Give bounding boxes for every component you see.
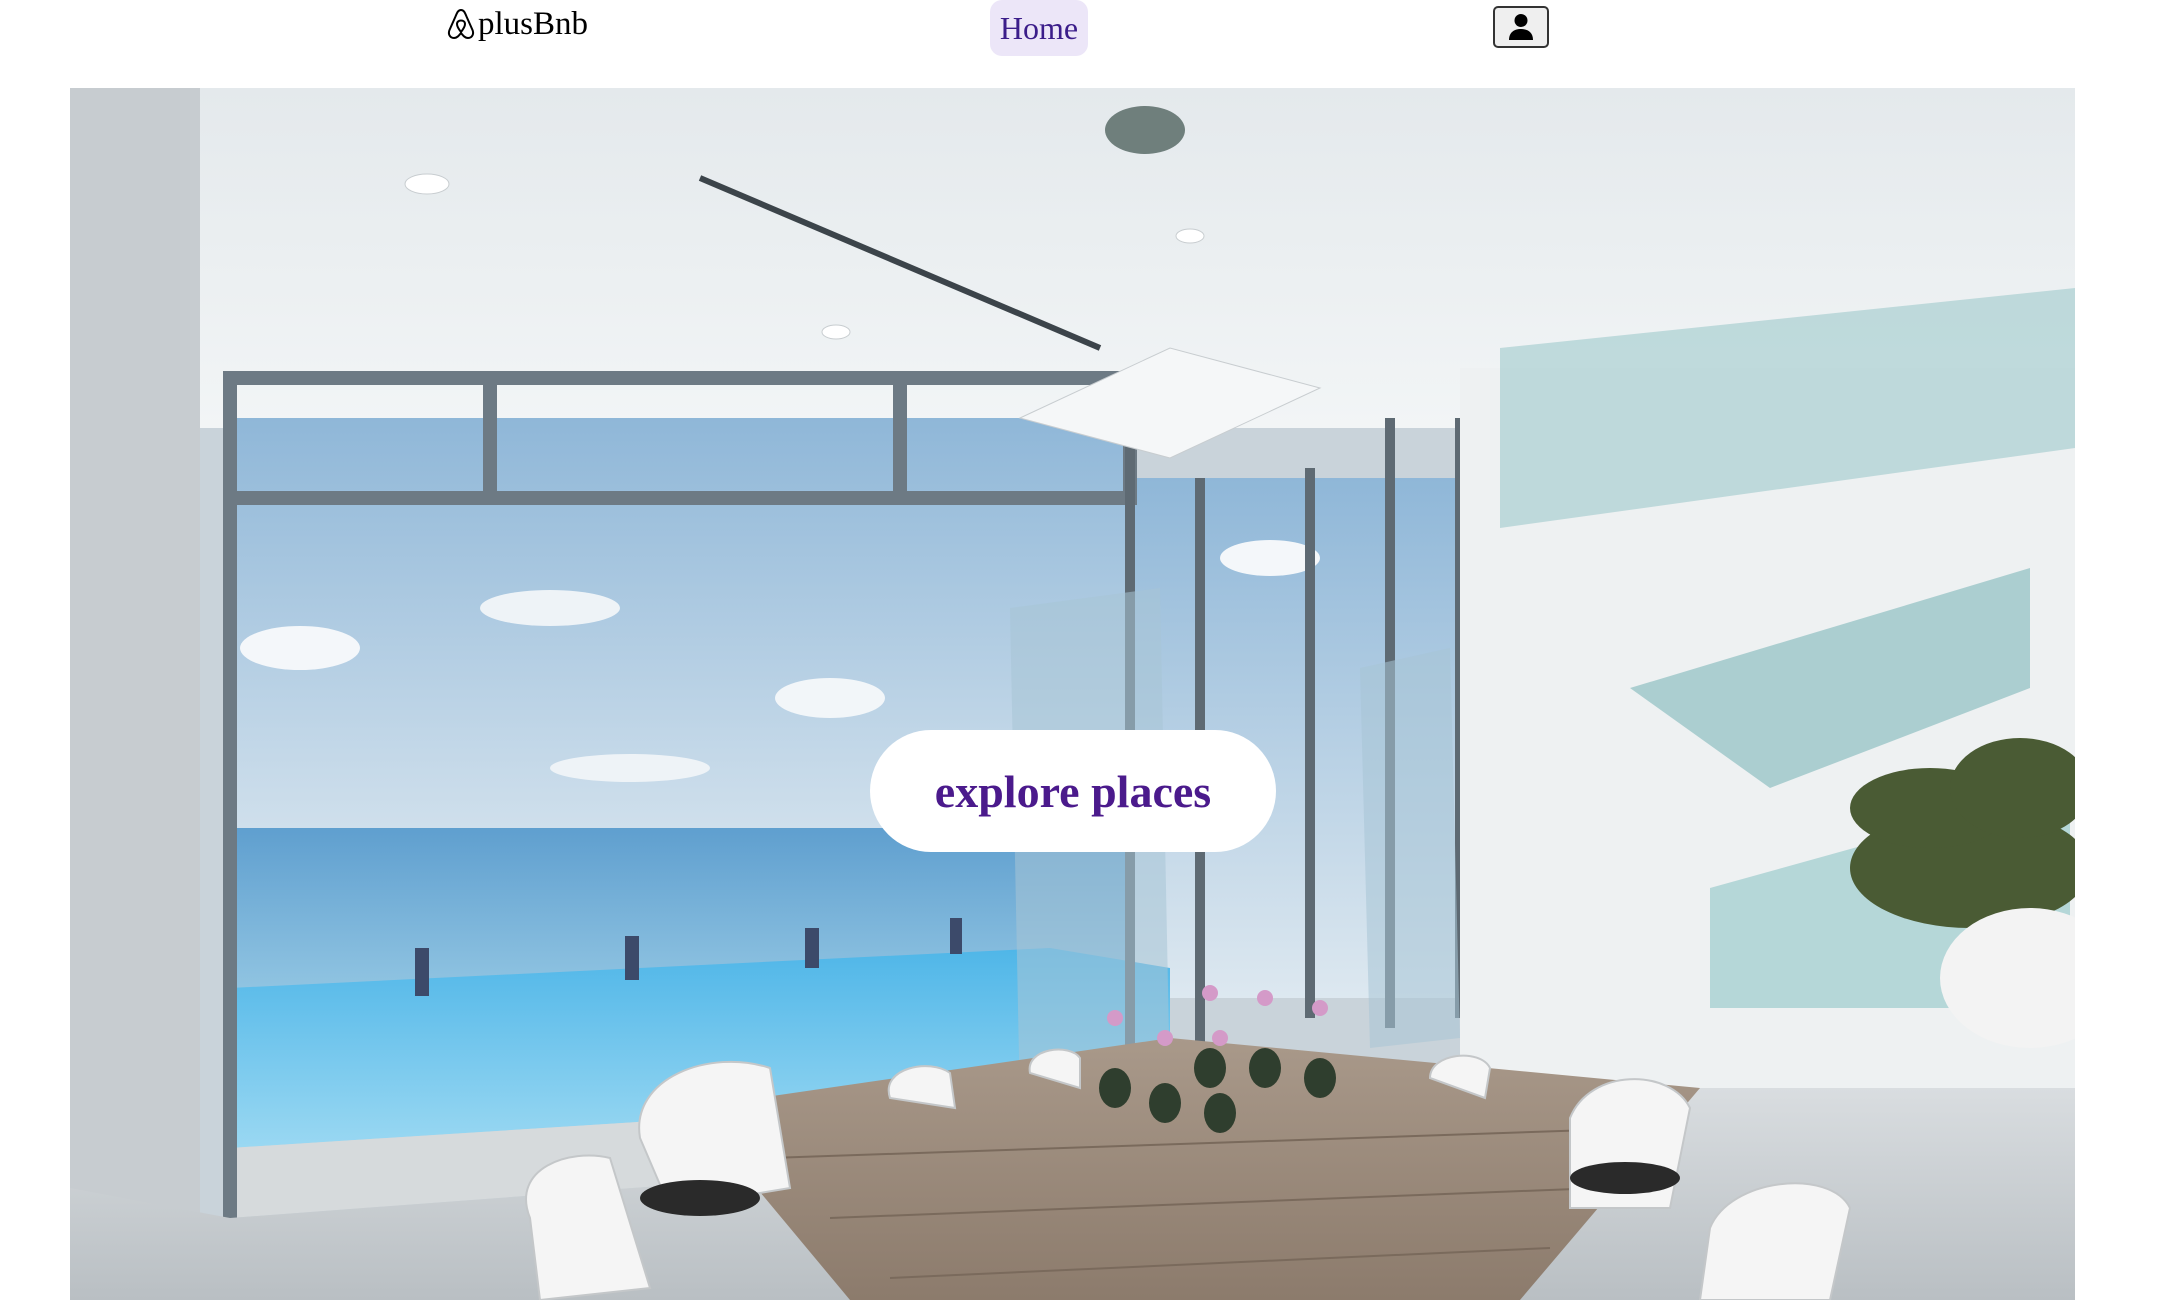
- top-navbar: plusBnb Home: [0, 0, 2170, 88]
- nav-home-link[interactable]: Home: [990, 0, 1088, 56]
- hero-photo: [70, 88, 2075, 1300]
- logo-link[interactable]: plusBnb: [446, 4, 588, 44]
- user-icon: [1509, 14, 1533, 40]
- user-menu-button[interactable]: [1493, 6, 1549, 48]
- hero-banner: explore places: [70, 88, 2075, 1300]
- explore-places-button[interactable]: explore places: [870, 730, 1276, 852]
- logo-text: plusBnb: [478, 5, 589, 42]
- airbnb-logo-icon: [447, 8, 475, 40]
